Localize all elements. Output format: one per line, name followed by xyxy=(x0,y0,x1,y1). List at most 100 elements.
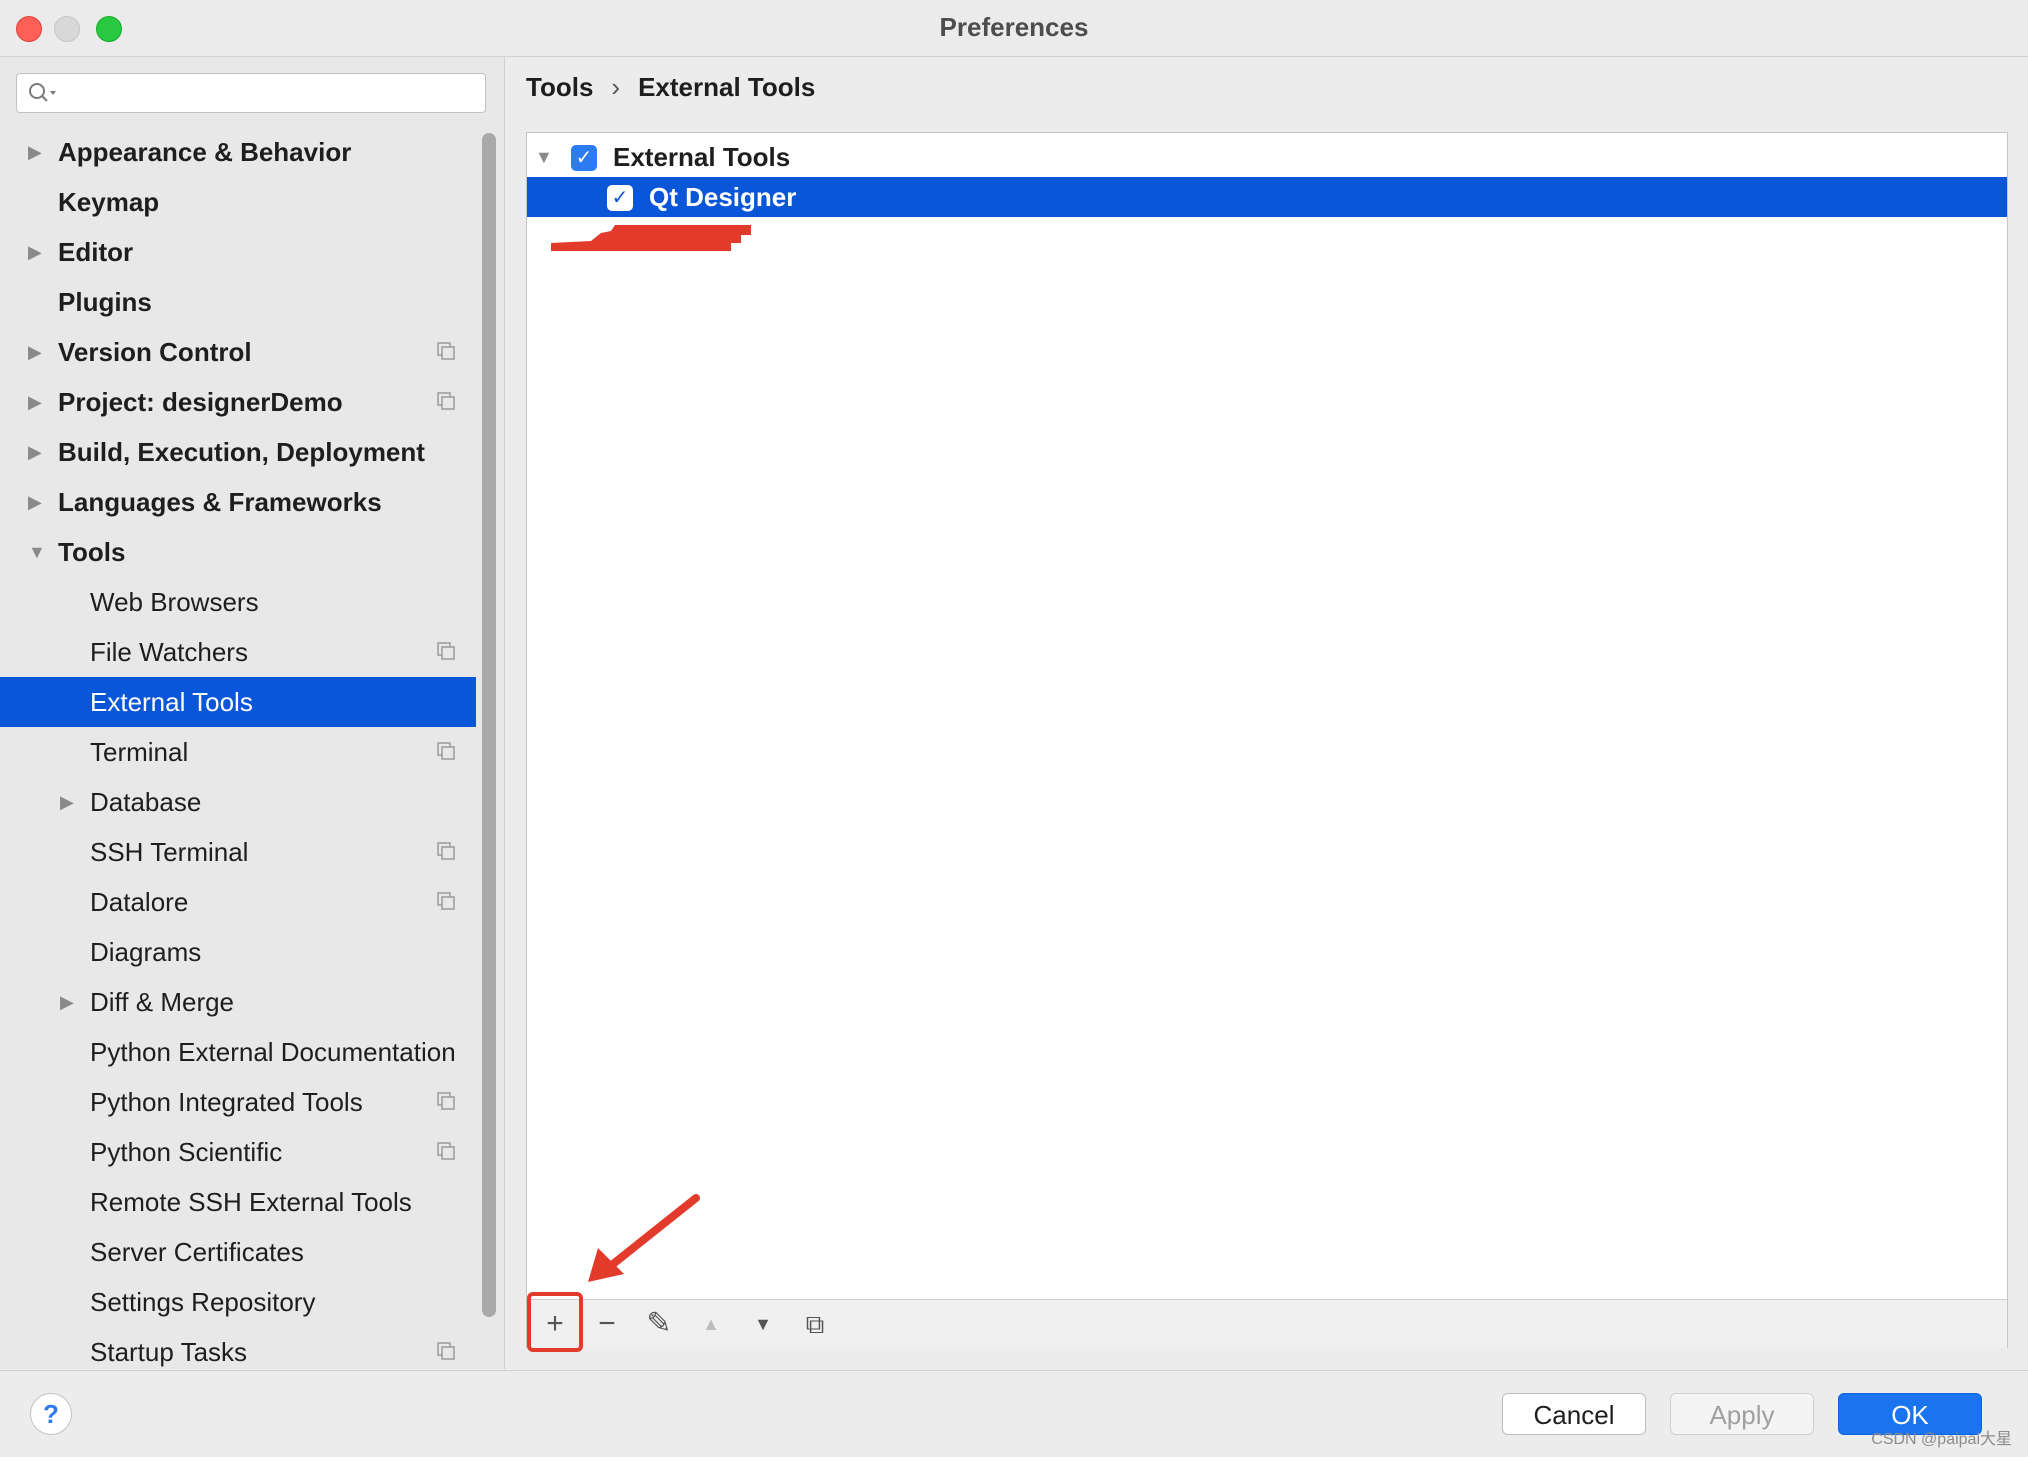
sidebar-item-label: Remote SSH External Tools xyxy=(90,1187,412,1217)
collapsed-triangle-icon[interactable]: ▶ xyxy=(28,377,48,427)
collapsed-triangle-icon[interactable]: ▶ xyxy=(28,427,48,477)
sidebar-item-label: Server Certificates xyxy=(90,1237,304,1267)
apply-button[interactable]: Apply xyxy=(1670,1393,1814,1435)
sidebar-item-build-execution-deployment[interactable]: ▶ Build, Execution, Deployment xyxy=(0,427,476,477)
project-level-icon xyxy=(437,892,455,910)
move-up-button[interactable]: ▲ xyxy=(693,1306,729,1342)
tools-toolbar: + − ✎ ▲ ▼ ⧉ xyxy=(527,1292,2007,1352)
sidebar-item-web-browsers[interactable]: Web Browsers xyxy=(0,577,476,627)
sidebar-item-label: Plugins xyxy=(58,287,152,317)
collapsed-triangle-icon[interactable]: ▶ xyxy=(60,777,80,827)
sidebar-item-diagrams[interactable]: Diagrams xyxy=(0,927,476,977)
collapsed-triangle-icon[interactable]: ▶ xyxy=(28,327,48,377)
sidebar-item-keymap[interactable]: Keymap xyxy=(0,177,476,227)
collapsed-triangle-icon[interactable]: ▶ xyxy=(60,977,80,1027)
sidebar-item-ssh-terminal[interactable]: SSH Terminal xyxy=(0,827,476,877)
red-scribble-annotation xyxy=(551,225,751,251)
triangle-up-icon: ▲ xyxy=(702,1314,720,1334)
minus-icon: − xyxy=(598,1307,616,1340)
sidebar-item-python-external-documentation[interactable]: Python External Documentation xyxy=(0,1027,476,1077)
tools-group-label: External Tools xyxy=(613,142,791,172)
sidebar-item-diff-merge[interactable]: ▶ Diff & Merge xyxy=(0,977,476,1027)
sidebar-item-label: External Tools xyxy=(90,687,253,717)
breadcrumb: Tools › External Tools xyxy=(526,72,815,103)
edit-tool-button[interactable]: ✎ xyxy=(641,1306,677,1342)
sidebar-item-datalore[interactable]: Datalore xyxy=(0,877,476,927)
sidebar-item-languages-frameworks[interactable]: ▶ Languages & Frameworks xyxy=(0,477,476,527)
sidebar-item-label: Keymap xyxy=(58,187,160,217)
search-icon xyxy=(29,83,56,102)
project-level-icon xyxy=(437,742,455,760)
copy-tool-button[interactable]: ⧉ xyxy=(797,1306,833,1342)
sidebar-item-server-certificates[interactable]: Server Certificates xyxy=(0,1227,476,1277)
tools-group-checkbox[interactable]: ✓ xyxy=(571,145,597,171)
copy-icon: ⧉ xyxy=(805,1309,825,1339)
sidebar-item-label: Tools xyxy=(58,537,126,567)
tools-group-row[interactable]: ▼ ✓ External Tools xyxy=(527,137,2007,177)
sidebar-item-label: Terminal xyxy=(90,737,189,767)
sidebar-item-editor[interactable]: ▶ Editor xyxy=(0,227,476,277)
sidebar-item-label: SSH Terminal xyxy=(90,837,249,867)
sidebar-item-python-scientific[interactable]: Python Scientific xyxy=(0,1127,476,1177)
red-arrow-annotation xyxy=(588,1194,700,1282)
sidebar-item-settings-repository[interactable]: Settings Repository xyxy=(0,1277,476,1327)
preferences-window: Preferences ▶ Appearance & Behavior Keymap… xyxy=(0,0,2028,1457)
sidebar-item-plugins[interactable]: Plugins xyxy=(0,277,476,327)
breadcrumb-separator: › xyxy=(611,72,621,102)
project-level-icon xyxy=(437,1092,455,1110)
sidebar-item-label: Diagrams xyxy=(90,937,202,967)
project-level-icon xyxy=(437,1142,455,1160)
sidebar-item-label: Python External Documentation xyxy=(90,1037,456,1067)
title-bar: Preferences xyxy=(0,0,2028,57)
tool-row-qt-designer[interactable]: ✓ Qt Designer xyxy=(527,177,2007,217)
add-tool-button[interactable]: + xyxy=(537,1306,573,1342)
collapsed-triangle-icon[interactable]: ▶ xyxy=(28,227,48,277)
sidebar-item-python-integrated-tools[interactable]: Python Integrated Tools xyxy=(0,1077,476,1127)
dialog-footer: ? Cancel Apply OK CSDN @paipai大星 xyxy=(0,1370,2028,1457)
tool-label: Qt Designer xyxy=(649,182,797,212)
plus-icon: + xyxy=(546,1307,564,1340)
settings-search-box[interactable] xyxy=(16,73,486,113)
sidebar-item-tools[interactable]: ▼ Tools xyxy=(0,527,476,577)
sidebar-item-remote-ssh-external-tools[interactable]: Remote SSH External Tools xyxy=(0,1177,476,1227)
collapsed-triangle-icon[interactable]: ▶ xyxy=(28,477,48,527)
external-tools-panel: ▼ ✓ External Tools ✓ Qt Designer + − ✎ ▲… xyxy=(526,132,2008,1352)
tool-checkbox[interactable]: ✓ xyxy=(607,185,633,211)
project-level-icon xyxy=(437,342,455,360)
sidebar-item-label: Build, Execution, Deployment xyxy=(58,437,425,467)
sidebar-item-label: File Watchers xyxy=(90,637,248,667)
settings-sidebar: ▶ Appearance & Behavior Keymap ▶ Editor Plugi… xyxy=(0,57,505,1369)
project-level-icon xyxy=(437,1342,455,1360)
sidebar-item-file-watchers[interactable]: File Watchers xyxy=(0,627,476,677)
triangle-down-icon: ▼ xyxy=(754,1314,772,1334)
remove-tool-button[interactable]: − xyxy=(589,1306,625,1342)
sidebar-item-label: Datalore xyxy=(90,887,189,917)
project-level-icon xyxy=(437,642,455,660)
sidebar-item-label: Version Control xyxy=(58,337,252,367)
sidebar-item-label: Web Browsers xyxy=(90,587,259,617)
sidebar-scrollbar[interactable] xyxy=(482,133,496,1317)
sidebar-item-external-tools[interactable]: External Tools xyxy=(0,677,476,727)
cancel-button[interactable]: Cancel xyxy=(1502,1393,1646,1435)
sidebar-item-label: Python Integrated Tools xyxy=(90,1087,363,1117)
sidebar-item-label: Diff & Merge xyxy=(90,987,235,1017)
sidebar-item-database[interactable]: ▶ Database xyxy=(0,777,476,827)
sidebar-item-label: Settings Repository xyxy=(90,1287,316,1317)
sidebar-item-terminal[interactable]: Terminal xyxy=(0,727,476,777)
expanded-triangle-icon[interactable]: ▼ xyxy=(28,527,48,577)
sidebar-item-appearance-behavior[interactable]: ▶ Appearance & Behavior xyxy=(0,127,476,177)
settings-search-input[interactable] xyxy=(61,78,475,108)
watermark: CSDN @paipai大星 xyxy=(1871,1431,2012,1448)
project-level-icon xyxy=(437,392,455,410)
sidebar-item-project-designerdemo[interactable]: ▶ Project: designerDemo xyxy=(0,377,476,427)
sidebar-item-version-control[interactable]: ▶ Version Control xyxy=(0,327,476,377)
help-button[interactable]: ? xyxy=(30,1393,72,1435)
collapsed-triangle-icon[interactable]: ▶ xyxy=(28,127,48,177)
sidebar-item-label: Database xyxy=(90,787,202,817)
window-title: Preferences xyxy=(939,12,1089,42)
move-down-button[interactable]: ▼ xyxy=(745,1306,781,1342)
sidebar-item-label: Editor xyxy=(58,237,134,267)
sidebar-item-label: Appearance & Behavior xyxy=(58,137,352,167)
expanded-triangle-icon[interactable]: ▼ xyxy=(535,137,553,177)
breadcrumb-parent[interactable]: Tools xyxy=(526,72,593,102)
